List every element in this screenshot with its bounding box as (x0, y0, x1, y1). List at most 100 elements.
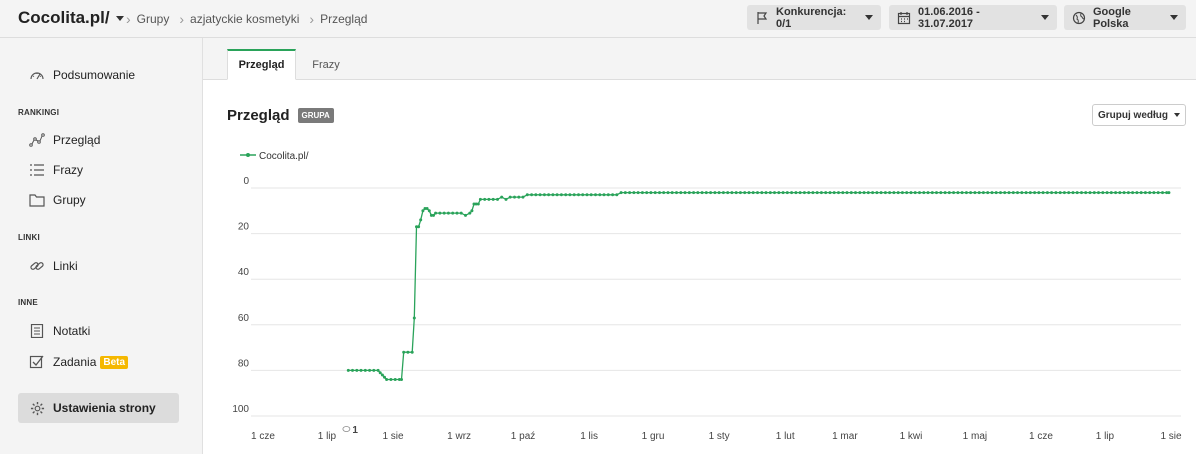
data-point[interactable] (658, 191, 661, 195)
breadcrumb-item[interactable]: › azjatyckie kosmetyki (179, 11, 299, 27)
sidebar-item-tasks[interactable]: Zadania Beta (29, 355, 129, 369)
data-point[interactable] (1045, 191, 1049, 195)
sidebar-item-notes[interactable]: Notatki (29, 324, 90, 338)
data-point[interactable] (986, 191, 990, 195)
data-point[interactable] (849, 191, 853, 195)
data-point[interactable] (777, 191, 781, 195)
data-point[interactable] (1131, 191, 1135, 195)
data-point[interactable] (346, 368, 350, 372)
data-point[interactable] (994, 191, 998, 195)
data-point[interactable] (704, 191, 708, 195)
data-point[interactable] (1024, 191, 1028, 195)
data-point[interactable] (427, 209, 431, 213)
data-point[interactable] (692, 191, 696, 195)
data-point[interactable] (378, 371, 382, 375)
data-point[interactable] (491, 197, 495, 201)
data-point[interactable] (751, 191, 755, 195)
data-point[interactable] (402, 350, 406, 354)
data-point[interactable] (425, 207, 429, 210)
data-point[interactable] (376, 368, 380, 372)
data-point[interactable] (1067, 191, 1071, 195)
data-point[interactable] (1084, 191, 1088, 195)
data-point[interactable] (487, 197, 491, 201)
data-point[interactable] (781, 191, 785, 195)
data-point[interactable] (551, 193, 555, 197)
data-point[interactable] (1007, 191, 1011, 195)
data-point[interactable] (952, 191, 956, 195)
data-point[interactable] (1050, 191, 1054, 195)
data-point[interactable] (351, 368, 354, 372)
data-point[interactable] (862, 191, 866, 195)
data-point[interactable] (1161, 191, 1164, 195)
data-point[interactable] (585, 193, 589, 197)
data-point[interactable] (909, 191, 913, 195)
data-point[interactable] (845, 191, 849, 195)
data-point[interactable] (1135, 191, 1139, 195)
data-point[interactable] (1152, 191, 1156, 195)
date-range-button[interactable]: 01.06.2016 - 31.07.2017 (889, 5, 1057, 30)
data-point[interactable] (999, 191, 1002, 195)
data-point[interactable] (1097, 191, 1100, 195)
data-point[interactable] (926, 191, 930, 195)
data-point[interactable] (483, 197, 487, 201)
data-point[interactable] (854, 191, 857, 195)
data-point[interactable] (747, 191, 751, 195)
data-point[interactable] (619, 191, 623, 195)
data-point[interactable] (508, 195, 512, 199)
data-point[interactable] (1143, 191, 1147, 195)
data-point[interactable] (768, 191, 772, 195)
data-point[interactable] (837, 191, 840, 195)
data-point[interactable] (1016, 191, 1019, 195)
data-point[interactable] (947, 191, 951, 195)
data-point[interactable] (764, 191, 768, 195)
data-point[interactable] (615, 193, 619, 197)
data-point[interactable] (636, 191, 640, 195)
data-point[interactable] (1071, 191, 1075, 195)
data-point[interactable] (670, 191, 674, 195)
data-point[interactable] (1062, 191, 1066, 195)
data-point[interactable] (363, 368, 367, 372)
tab-phrases[interactable]: Frazy (301, 49, 351, 80)
data-point[interactable] (1020, 191, 1024, 195)
data-point[interactable] (1139, 191, 1143, 195)
data-point[interactable] (743, 191, 747, 195)
data-point[interactable] (1122, 191, 1126, 195)
data-point[interactable] (623, 191, 627, 195)
data-point[interactable] (756, 191, 759, 195)
data-point[interactable] (478, 197, 482, 201)
data-point[interactable] (1126, 191, 1130, 195)
data-point[interactable] (879, 191, 883, 195)
sidebar-item-links[interactable]: Linki (29, 259, 78, 273)
data-point[interactable] (1028, 191, 1032, 195)
data-point[interactable] (875, 191, 879, 195)
data-point[interactable] (721, 191, 725, 195)
data-point[interactable] (896, 191, 900, 195)
chart-annotation[interactable]: 1 (342, 425, 359, 436)
data-point[interactable] (930, 191, 934, 195)
data-point[interactable] (1092, 191, 1096, 195)
data-point[interactable] (866, 191, 870, 195)
data-point[interactable] (913, 191, 917, 195)
data-point[interactable] (645, 191, 649, 195)
data-point[interactable] (589, 193, 593, 197)
data-point[interactable] (372, 368, 376, 372)
data-point[interactable] (956, 191, 960, 195)
data-point[interactable] (713, 191, 717, 195)
data-point[interactable] (977, 191, 981, 195)
data-point[interactable] (922, 191, 926, 195)
data-point[interactable] (410, 350, 414, 354)
data-point[interactable] (1058, 191, 1062, 195)
data-point[interactable] (807, 191, 811, 195)
data-point[interactable] (385, 378, 389, 381)
data-point[interactable] (960, 191, 964, 195)
data-point[interactable] (581, 193, 585, 197)
data-point[interactable] (824, 191, 828, 195)
data-point[interactable] (811, 191, 815, 195)
data-point[interactable] (871, 191, 875, 195)
data-point[interactable] (1033, 191, 1037, 195)
data-point[interactable] (1114, 191, 1118, 195)
data-point[interactable] (1088, 191, 1092, 195)
sidebar-item-summary[interactable]: Podsumowanie (29, 68, 135, 82)
data-point[interactable] (640, 191, 644, 195)
data-point[interactable] (451, 211, 455, 215)
